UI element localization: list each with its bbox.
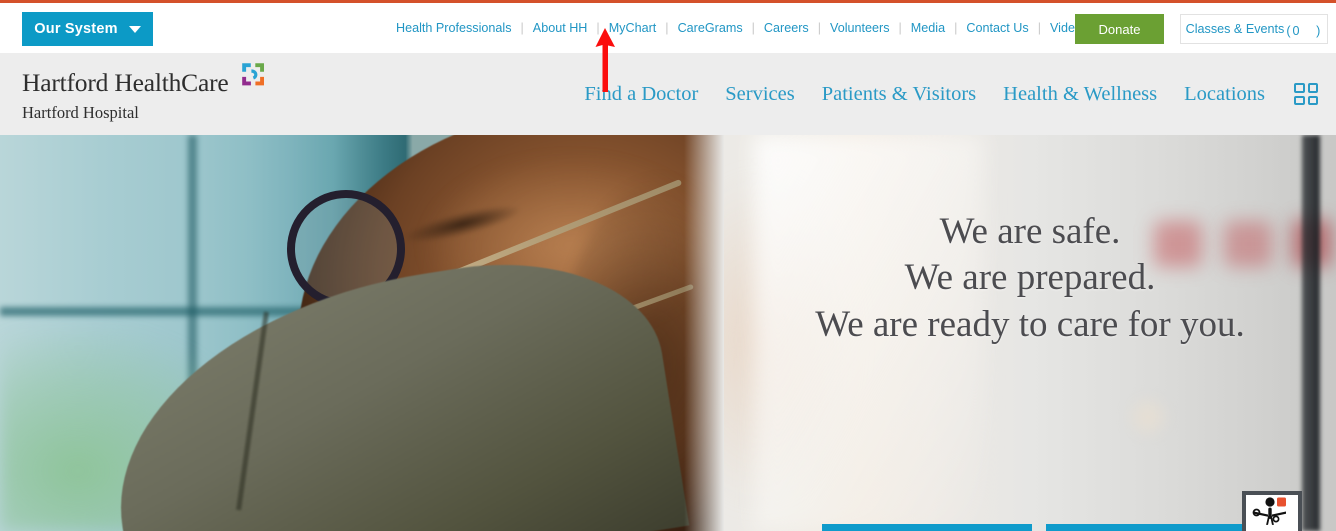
nav-item-locations[interactable]: Locations: [1184, 83, 1265, 106]
chevron-down-icon: [128, 25, 141, 33]
nav-item-patients-and-visitors[interactable]: Patients & Visitors: [822, 83, 976, 106]
nav-item-health-and-wellness[interactable]: Health & Wellness: [1003, 83, 1157, 106]
classes-and-events-count: (0 ): [1286, 23, 1323, 38]
utility-separator: |: [665, 21, 669, 35]
accessibility-person-icon: [1252, 497, 1286, 525]
utility-link-health-professionals[interactable]: Health Professionals: [396, 21, 512, 35]
utility-link-careers[interactable]: Careers: [764, 21, 809, 35]
grid-cell: [1294, 95, 1305, 105]
utility-link-volunteers[interactable]: Volunteers: [830, 21, 890, 35]
utility-separator: |: [954, 21, 958, 35]
primary-nav: Find a Doctor Services Patients & Visito…: [584, 53, 1318, 135]
hero-secondary-button-1[interactable]: [822, 524, 1032, 531]
hero-headline: We are safe. We are prepared. We are rea…: [724, 135, 1336, 348]
grid-cell: [1307, 95, 1318, 105]
grid-menu-icon[interactable]: [1294, 83, 1318, 105]
utility-bar: Our System Health Professionals | About …: [0, 3, 1336, 53]
photo-right-fade: [684, 135, 724, 531]
classes-and-events-label: Classes & Events: [1185, 22, 1285, 36]
utility-separator: |: [596, 21, 600, 35]
brand-subtitle: Hartford Hospital: [22, 102, 139, 122]
nav-item-services[interactable]: Services: [725, 83, 794, 106]
hero-headline-line-1: We are safe.: [939, 211, 1121, 252]
classes-and-events-button[interactable]: Classes & Events (0 ): [1180, 14, 1328, 44]
grid-cell: [1294, 83, 1305, 93]
utility-link-mychart[interactable]: MyChart: [609, 21, 657, 35]
utility-separator: |: [520, 21, 524, 35]
utility-link-caregrams[interactable]: CareGrams: [678, 21, 743, 35]
utility-link-about-hh[interactable]: About HH: [533, 21, 588, 35]
nav-item-find-a-doctor[interactable]: Find a Doctor: [584, 83, 698, 106]
utility-link-media[interactable]: Media: [911, 21, 945, 35]
utility-link-contact-us[interactable]: Contact Us: [966, 21, 1028, 35]
hero-section: We are safe. We are prepared. We are rea…: [0, 135, 1336, 531]
site-logo[interactable]: Hartford HealthCare Hartford Hospital: [22, 63, 267, 122]
hartford-healthcare-pinwheel-logo-icon: [239, 61, 267, 88]
utility-separator: |: [751, 21, 755, 35]
hero-photo-patient: [0, 135, 724, 531]
utility-separator: |: [1037, 21, 1041, 35]
hero-headline-line-3: We are ready to care for you.: [815, 303, 1245, 345]
accessibility-widget-button[interactable]: [1242, 491, 1302, 531]
hero-headline-line-2: We are prepared.: [904, 257, 1156, 299]
our-system-dropdown-button[interactable]: Our System: [22, 12, 153, 46]
main-navigation-bar: Hartford HealthCare Hartford Hospital Fi…: [0, 53, 1336, 135]
donate-button[interactable]: Donate: [1075, 14, 1164, 44]
utility-links: Health Professionals | About HH | MyChar…: [396, 3, 1147, 53]
utility-separator: |: [898, 21, 902, 35]
grid-cell: [1307, 83, 1318, 93]
utility-separator: |: [817, 21, 821, 35]
brand-name: Hartford HealthCare: [22, 68, 229, 97]
our-system-label: Our System: [34, 21, 118, 37]
hero-bg-circle: [1124, 393, 1172, 441]
hero-secondary-button-2[interactable]: [1046, 524, 1256, 531]
